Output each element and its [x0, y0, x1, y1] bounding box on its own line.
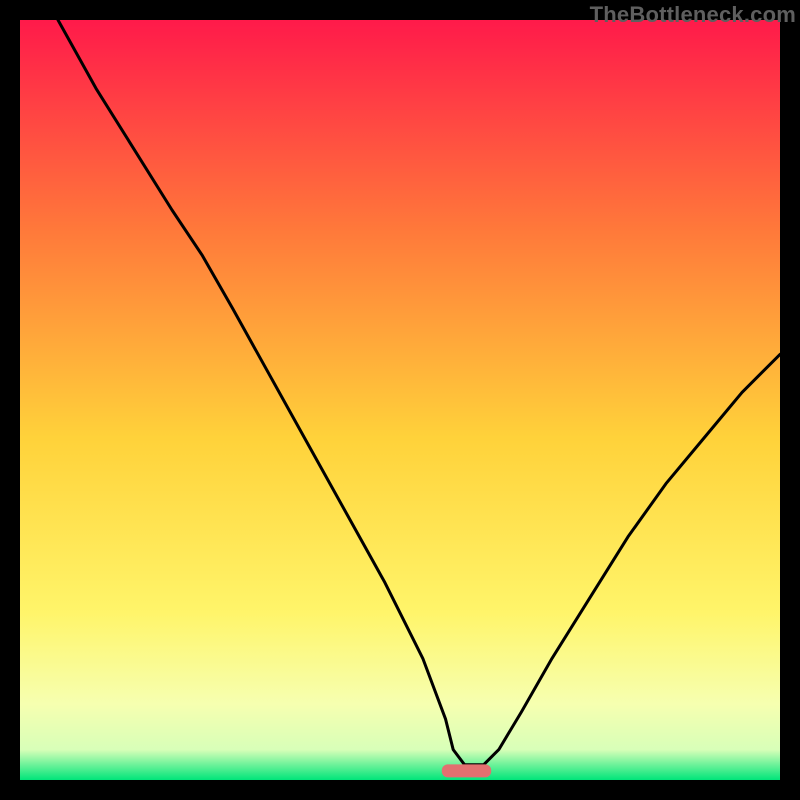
optimal-marker — [442, 764, 491, 777]
gradient-background — [20, 20, 780, 780]
watermark-text: TheBottleneck.com — [590, 2, 796, 28]
plot-area — [20, 20, 780, 780]
chart-svg — [20, 20, 780, 780]
chart-frame: { "watermark": "TheBottleneck.com", "col… — [0, 0, 800, 800]
